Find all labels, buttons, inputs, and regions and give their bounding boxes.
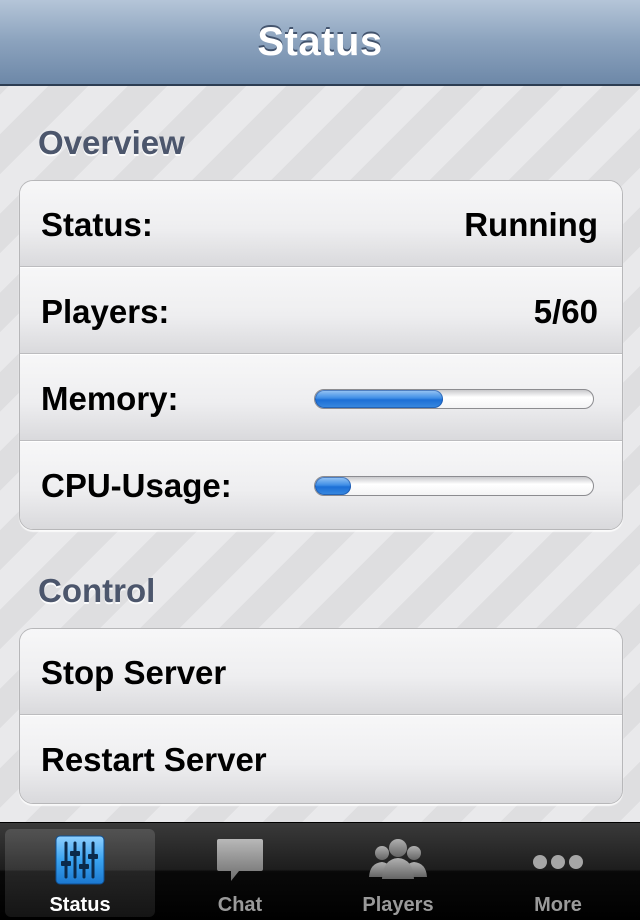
memory-label: Memory: (41, 380, 179, 417)
tab-more-label: More (534, 894, 582, 916)
tab-chat[interactable]: Chat (165, 829, 315, 917)
page-title: Status (257, 20, 383, 64)
status-value: Running (464, 206, 598, 243)
section-header-control: Control (38, 572, 156, 609)
players-label: Players: (41, 293, 170, 330)
cpu-usage-progress-bar (314, 476, 594, 496)
equalizer-sliders-icon (55, 835, 105, 885)
status-label: Status: (41, 206, 153, 243)
tab-players-label: Players (362, 894, 434, 916)
ellipsis-icon (533, 835, 583, 885)
tab-chat-label: Chat (217, 894, 263, 916)
tab-status-label: Status (49, 894, 111, 916)
people-group-icon (369, 835, 427, 885)
players-value: 5/60 (533, 293, 598, 330)
players-row: Players: 5/60 (20, 268, 622, 355)
cpu-usage-row: CPU-Usage: (20, 442, 622, 529)
speech-bubble-icon (215, 835, 265, 885)
restart-server-label: Restart Server (41, 741, 267, 778)
control-group: Stop Server Restart Server (19, 628, 623, 804)
cpu-usage-progress-fill (315, 477, 352, 495)
tab-status[interactable]: Status (5, 829, 155, 917)
tab-more[interactable]: More (483, 829, 633, 917)
stop-server-button[interactable]: Stop Server (20, 629, 622, 716)
memory-row: Memory: (20, 355, 622, 442)
overview-group: Status: Running Players: 5/60 Memory: CP… (19, 180, 623, 530)
status-row: Status: Running (20, 181, 622, 268)
section-header-overview: Overview (38, 124, 185, 161)
tab-players[interactable]: Players (323, 829, 473, 917)
memory-progress-bar (314, 389, 594, 409)
memory-progress-fill (315, 390, 443, 408)
navigation-bar: Status (0, 0, 640, 86)
cpu-usage-label: CPU-Usage: (41, 467, 232, 504)
tab-bar: Status Chat Players More (0, 822, 640, 920)
restart-server-button[interactable]: Restart Server (20, 716, 622, 803)
stop-server-label: Stop Server (41, 654, 227, 691)
